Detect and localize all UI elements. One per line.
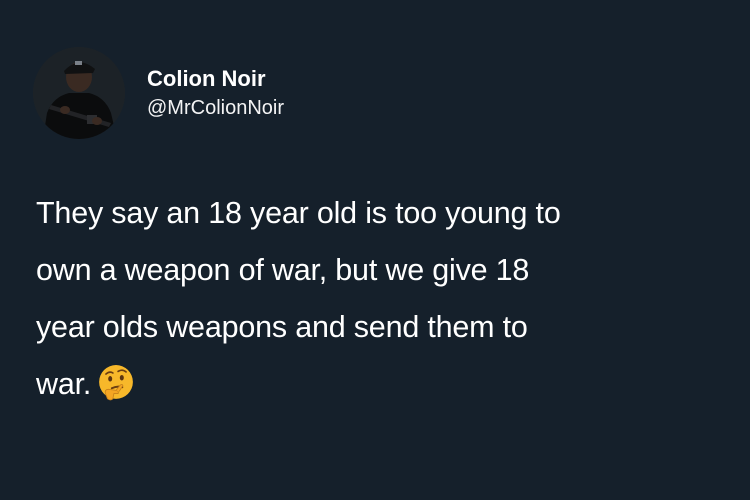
tweet-line-last: war. — [36, 356, 716, 413]
tweet-header: Colion Noir @MrColionNoir — [33, 44, 284, 142]
user-handle[interactable]: @MrColionNoir — [147, 95, 284, 121]
tweet-line: year olds weapons and send them to — [36, 310, 528, 344]
avatar-image — [33, 47, 125, 139]
tweet-line-text: war. — [36, 367, 92, 401]
tweet-text: They say an 18 year old is too young to … — [36, 185, 716, 413]
avatar[interactable] — [33, 47, 125, 139]
display-name[interactable]: Colion Noir — [147, 65, 284, 93]
tweet-card: Colion Noir @MrColionNoir They say an 18… — [0, 0, 750, 500]
thinking-face-icon — [99, 365, 134, 401]
tweet-line: own a weapon of war, but we give 18 — [36, 253, 530, 287]
user-names: Colion Noir @MrColionNoir — [147, 65, 284, 121]
tweet-line: They say an 18 year old is too young to — [36, 196, 561, 230]
